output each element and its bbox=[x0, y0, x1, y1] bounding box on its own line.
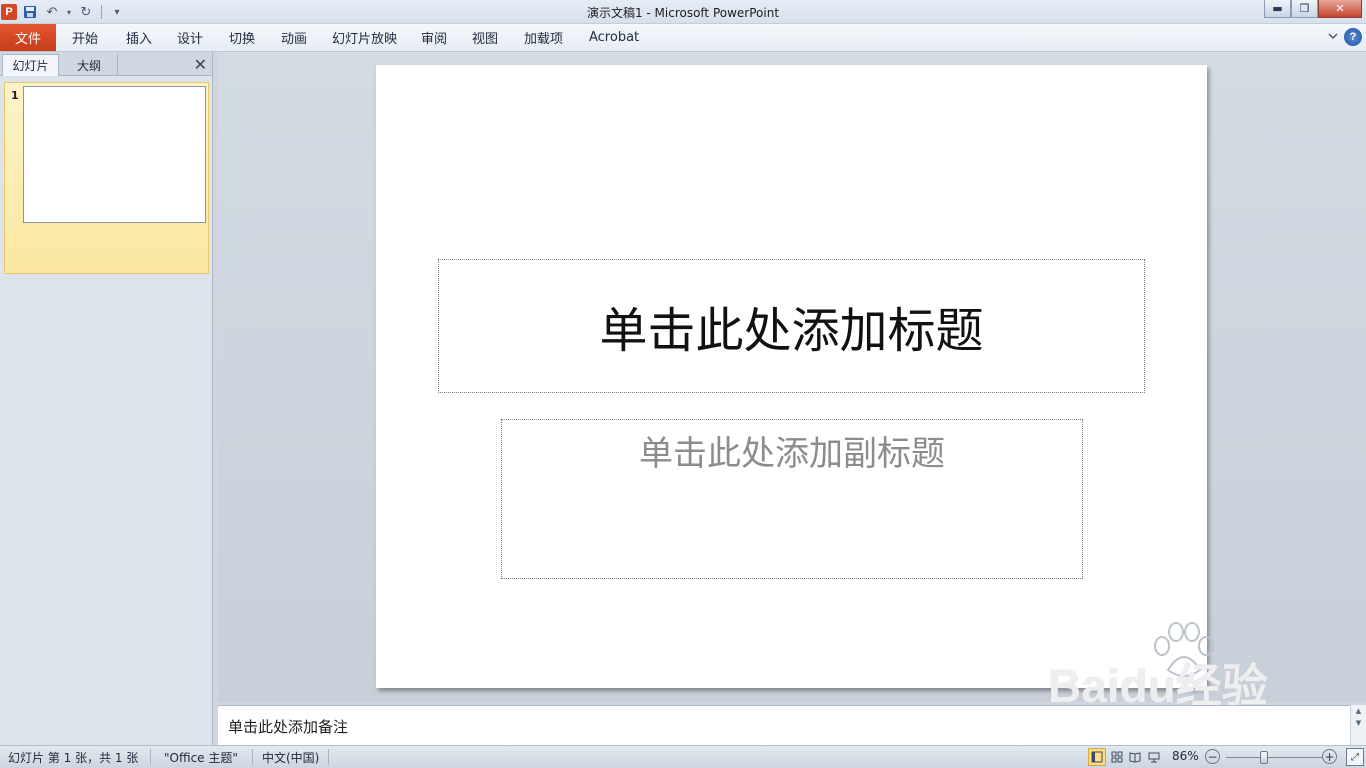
title-bar: P ↶ ▾ ↻ ▾ 演示文稿1 - Microsoft PowerPoint ▬… bbox=[0, 0, 1366, 24]
minimize-ribbon-icon[interactable] bbox=[1328, 32, 1338, 43]
notes-placeholder: 单击此处添加备注 bbox=[228, 718, 349, 736]
minimize-window-button[interactable]: ▬ bbox=[1264, 0, 1291, 18]
tab-addins[interactable]: 加载项 bbox=[524, 24, 563, 51]
normal-view-icon[interactable] bbox=[1088, 748, 1106, 766]
zoom-in-button[interactable]: + bbox=[1322, 749, 1337, 764]
slides-panel-tabs: 幻灯片 大纲 ✕ bbox=[0, 52, 212, 76]
tab-slideshow[interactable]: 幻灯片放映 bbox=[332, 24, 397, 51]
zoom-out-button[interactable]: − bbox=[1205, 749, 1220, 764]
status-separator bbox=[328, 749, 329, 765]
tab-slides[interactable]: 幻灯片 bbox=[2, 54, 59, 76]
reading-view-icon[interactable] bbox=[1126, 748, 1144, 766]
fit-to-window-icon[interactable]: ⤢ bbox=[1346, 748, 1364, 766]
slide-thumbnail-selected[interactable]: 1 bbox=[4, 82, 209, 274]
slideshow-icon[interactable] bbox=[1145, 748, 1163, 766]
tab-acrobat[interactable]: Acrobat bbox=[589, 24, 639, 51]
notes-scrollbar[interactable]: ▲ ▼ bbox=[1350, 705, 1366, 745]
status-separator bbox=[150, 749, 151, 765]
slide-count-status: 幻灯片 第 1 张，共 1 张 bbox=[8, 751, 139, 765]
tab-animations[interactable]: 动画 bbox=[281, 24, 307, 51]
zoom-slider-thumb[interactable] bbox=[1260, 751, 1269, 764]
tab-transitions[interactable]: 切换 bbox=[229, 24, 255, 51]
tab-outline[interactable]: 大纲 bbox=[61, 54, 118, 76]
status-separator bbox=[252, 749, 253, 765]
language-status[interactable]: 中文(中国) bbox=[262, 749, 319, 766]
slide-number: 1 bbox=[11, 89, 19, 102]
subtitle-placeholder-text: 单击此处添加副标题 bbox=[639, 434, 945, 474]
slide-canvas[interactable]: 单击此处添加标题 单击此处添加副标题 bbox=[376, 65, 1207, 688]
slide-sorter-icon[interactable] bbox=[1108, 748, 1126, 766]
tab-view[interactable]: 视图 bbox=[472, 24, 498, 51]
window-title: 演示文稿1 - Microsoft PowerPoint bbox=[586, 6, 780, 20]
tab-design[interactable]: 设计 bbox=[177, 24, 203, 51]
ribbon-right-controls: ? bbox=[1328, 28, 1362, 46]
subtitle-placeholder[interactable]: 单击此处添加副标题 bbox=[501, 419, 1083, 579]
help-icon[interactable]: ? bbox=[1344, 28, 1362, 46]
slide-editing-area: 单击此处添加标题 单击此处添加副标题 bbox=[218, 52, 1366, 702]
ribbon-tab-bar: 文件 开始 插入 设计 切换 动画 幻灯片放映 审阅 视图 加载项 Acroba… bbox=[0, 24, 1366, 52]
zoom-percentage[interactable]: 86% bbox=[1172, 749, 1199, 763]
restore-window-button[interactable]: ❐ bbox=[1291, 0, 1318, 18]
title-placeholder[interactable]: 单击此处添加标题 bbox=[438, 259, 1145, 393]
tab-review[interactable]: 审阅 bbox=[421, 24, 447, 51]
notes-pane[interactable]: 单击此处添加备注 bbox=[218, 705, 1350, 745]
window-controls: ▬ ❐ ✕ bbox=[1264, 0, 1362, 18]
title-placeholder-text: 单击此处添加标题 bbox=[599, 303, 984, 359]
close-window-button[interactable]: ✕ bbox=[1318, 0, 1362, 18]
slides-panel: 幻灯片 大纲 ✕ 1 bbox=[0, 52, 213, 745]
tab-home[interactable]: 开始 bbox=[72, 24, 98, 51]
theme-status[interactable]: "Office 主题" bbox=[164, 749, 238, 766]
scroll-up-icon[interactable]: ▲ bbox=[1351, 705, 1366, 717]
zoom-slider-track[interactable] bbox=[1226, 757, 1322, 758]
close-panel-icon[interactable]: ✕ bbox=[194, 55, 207, 74]
slide-thumbnail-image[interactable] bbox=[23, 86, 206, 223]
tab-file[interactable]: 文件 bbox=[0, 24, 56, 51]
status-bar: 幻灯片 第 1 张，共 1 张 "Office 主题" 中文(中国) 86% −… bbox=[0, 745, 1366, 768]
tab-insert[interactable]: 插入 bbox=[126, 24, 152, 51]
scroll-down-icon[interactable]: ▼ bbox=[1351, 717, 1366, 729]
